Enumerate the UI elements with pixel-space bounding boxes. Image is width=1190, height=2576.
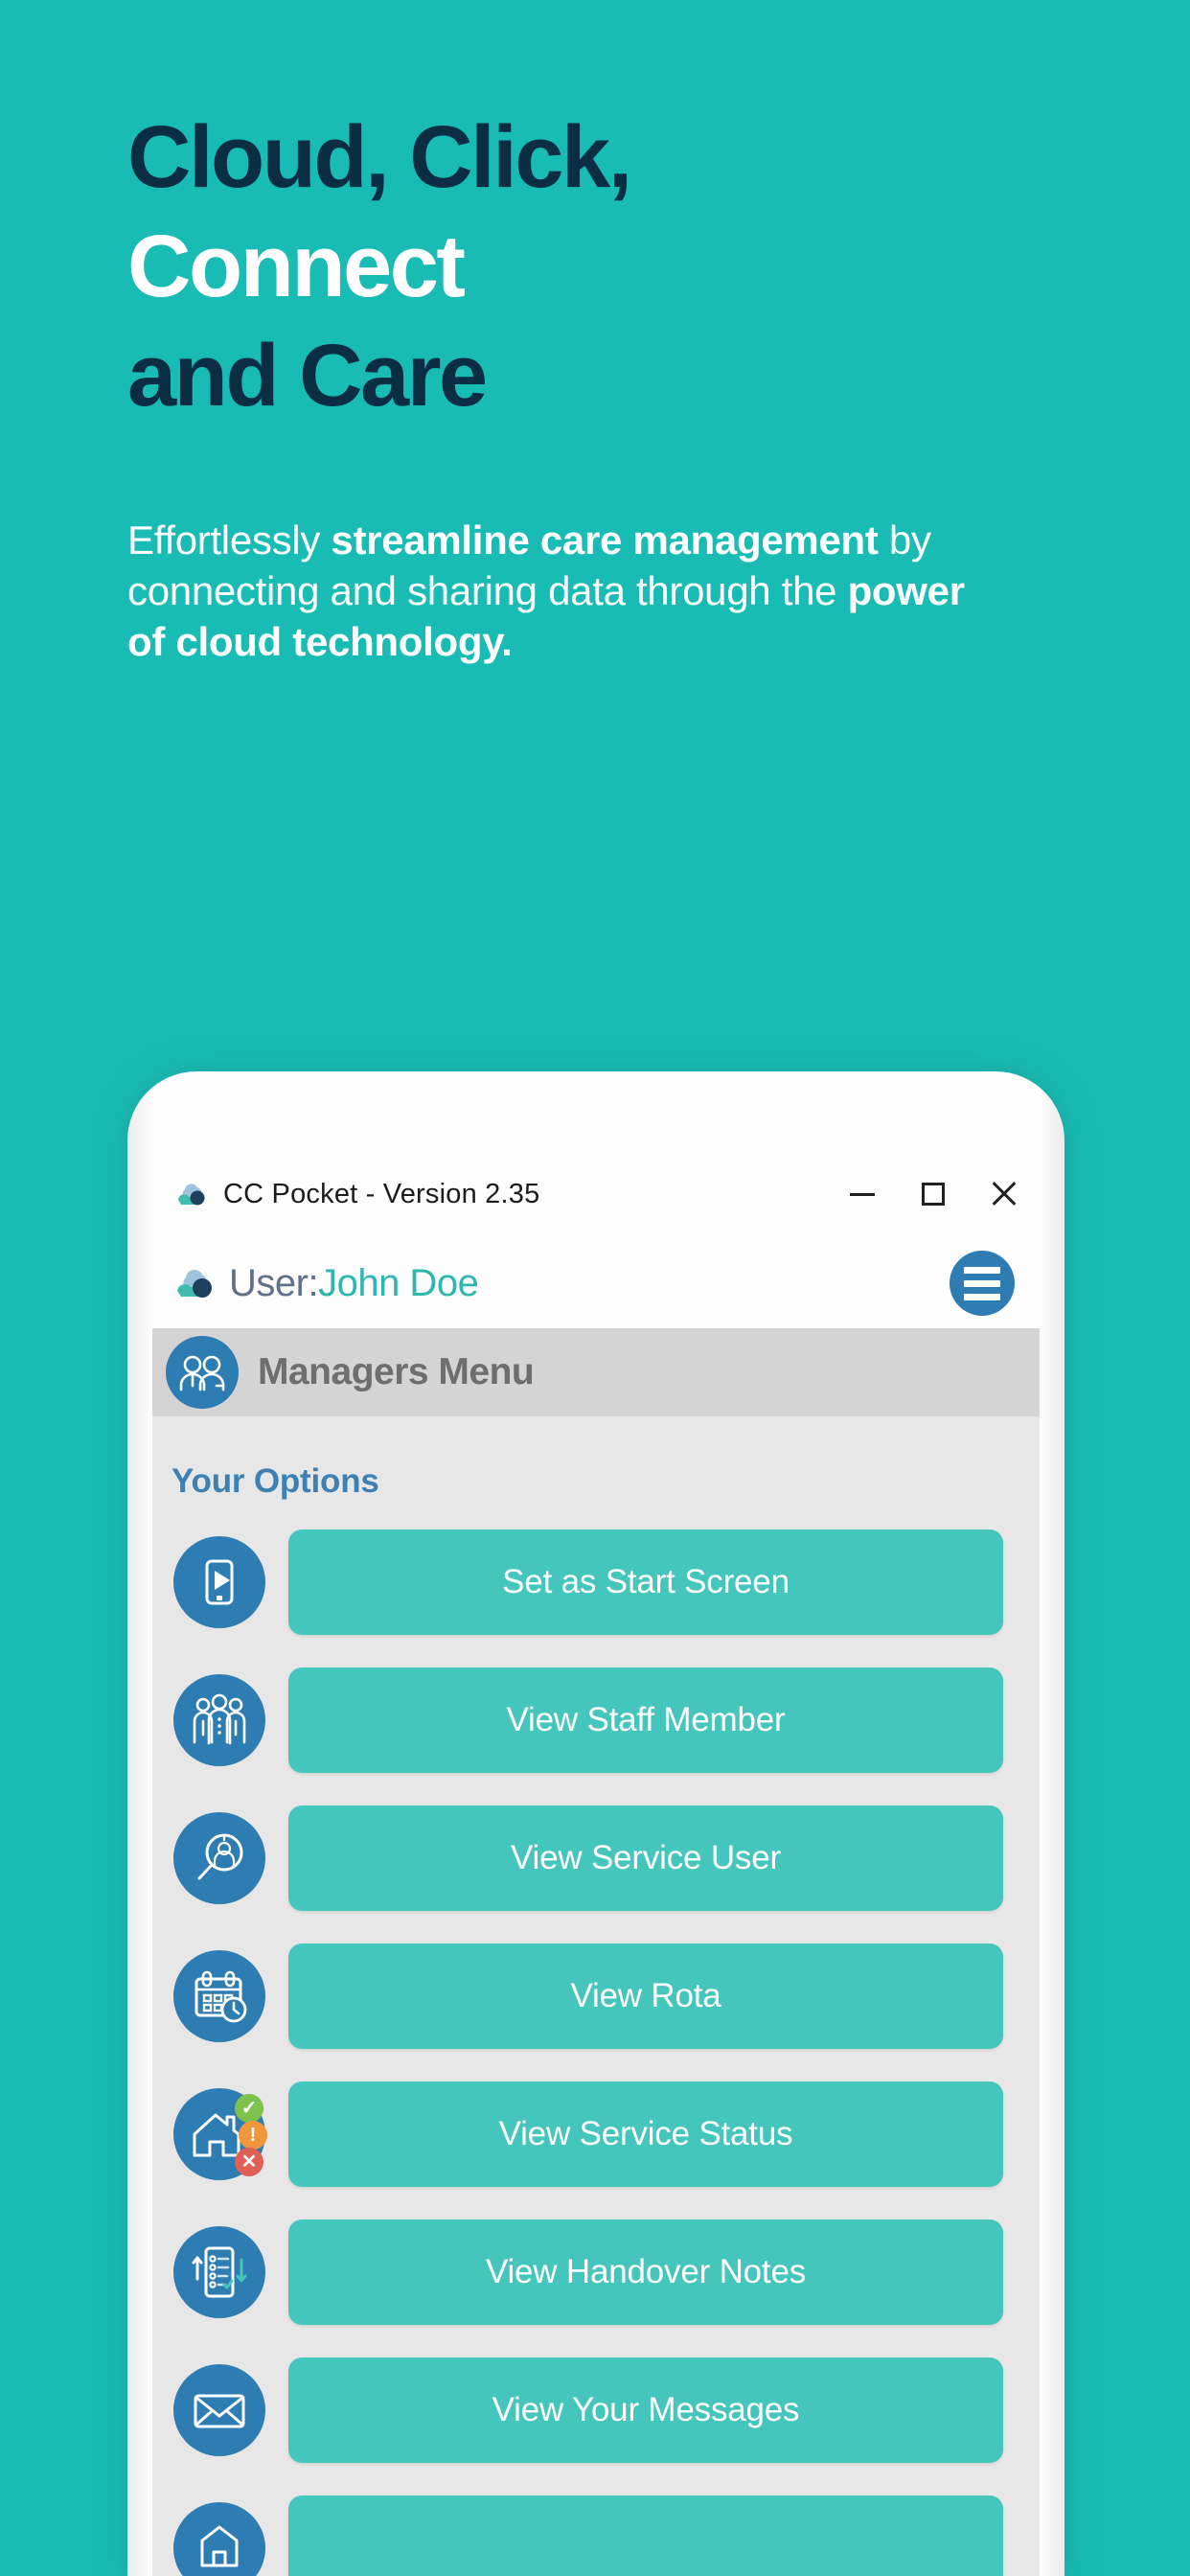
status-badge-warn: !: [239, 2121, 267, 2150]
option-button-set-as-start-screen[interactable]: Set as Start Screen: [288, 1530, 1003, 1635]
list-item[interactable]: Set as Start Screen: [152, 1528, 1040, 1637]
user-display: User:John Doe: [229, 1261, 479, 1305]
option-button-view-service-status[interactable]: View Service Status: [288, 2082, 1003, 2187]
app-screen: Managers Menu Your Options Set as Start …: [152, 1328, 1040, 2576]
list-item[interactable]: ✓ ! ✕ View Service Status: [152, 2080, 1040, 2189]
hamburger-bar-3: [964, 1293, 1000, 1300]
maximize-icon: [922, 1183, 945, 1206]
subhead-part-1: Effortlessly: [127, 518, 332, 563]
option-button-partial[interactable]: [288, 2496, 1003, 2576]
window-title: CC Pocket - Version 2.35: [223, 1178, 540, 1209]
headline-line-2: Connect: [127, 218, 466, 315]
status-badge-error: ✕: [235, 2148, 263, 2176]
minimize-button[interactable]: [827, 1167, 898, 1221]
window-titlebar: CC Pocket - Version 2.35: [127, 1158, 1064, 1230]
options-label: Your Options: [172, 1462, 379, 1500]
option-button-view-service-user[interactable]: View Service User: [288, 1806, 1003, 1911]
minimize-icon: [850, 1192, 875, 1196]
option-button-view-handover-notes[interactable]: View Handover Notes: [288, 2220, 1003, 2325]
managers-menu-header: Managers Menu: [152, 1328, 1040, 1416]
close-button[interactable]: [969, 1167, 1040, 1221]
list-item[interactable]: View Handover Notes: [152, 2218, 1040, 2327]
subhead-bold-1: streamline care management: [331, 518, 879, 563]
hero-subhead: Effortlessly streamline care management …: [127, 516, 1009, 668]
cloud-logo-icon: [175, 1182, 208, 1207]
option-button-view-staff-member[interactable]: View Staff Member: [288, 1668, 1003, 1773]
user-name: John Doe: [318, 1261, 479, 1304]
staff-group-icon: [173, 1674, 265, 1766]
user-label: User:: [229, 1261, 319, 1304]
option-button-view-rota[interactable]: View Rota: [288, 1944, 1003, 2049]
list-item[interactable]: View Service User: [152, 1804, 1040, 1913]
partial-icon: [173, 2502, 265, 2576]
options-list: Set as Start Screen View Staff Member Vi…: [152, 1501, 1040, 2576]
page-title: Cloud, Click, Connect and Care: [127, 113, 1123, 420]
hamburger-bar-2: [964, 1279, 1000, 1287]
list-item[interactable]: [152, 2494, 1040, 2576]
headline-line-1: Cloud, Click,: [127, 108, 632, 206]
envelope-icon: [173, 2364, 265, 2456]
magnifier-person-icon: [173, 1812, 265, 1904]
list-item[interactable]: View Rota: [152, 1942, 1040, 2051]
maximize-button[interactable]: [898, 1167, 969, 1221]
house-status-icon: ✓ ! ✕: [173, 2088, 267, 2180]
hero-section: Cloud, Click, Connect and Care Effortles…: [0, 0, 1190, 668]
headline-line-3: and Care: [127, 327, 488, 425]
handover-notes-icon: [173, 2226, 265, 2318]
list-item[interactable]: View Staff Member: [152, 1666, 1040, 1775]
app-header: User:John Doe: [152, 1242, 1040, 1324]
hamburger-bar-1: [964, 1266, 1000, 1274]
hamburger-menu-icon[interactable]: [950, 1251, 1015, 1316]
calendar-clock-icon: [173, 1950, 265, 2042]
phone-mockup: CC Pocket - Version 2.35 User:John Doe M…: [127, 1071, 1064, 2576]
option-button-view-your-messages[interactable]: View Your Messages: [288, 2358, 1003, 2463]
managers-people-icon: [166, 1336, 239, 1409]
status-badge-ok: ✓: [235, 2094, 263, 2123]
cloud-logo-icon: [173, 1267, 216, 1300]
close-icon: [991, 1181, 1018, 1208]
list-item[interactable]: View Your Messages: [152, 2356, 1040, 2465]
phone-play-icon: [173, 1536, 265, 1628]
section-title: Managers Menu: [258, 1351, 535, 1392]
